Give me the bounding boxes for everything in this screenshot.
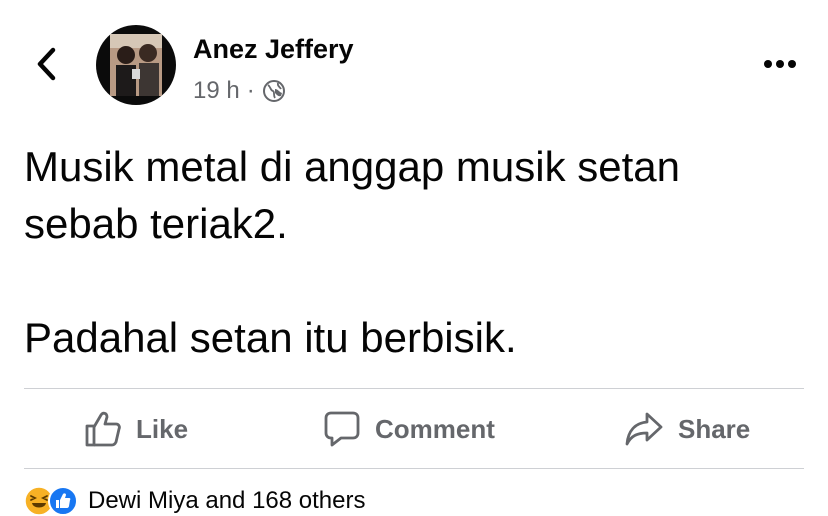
- back-button[interactable]: [30, 44, 64, 84]
- share-button[interactable]: Share: [624, 409, 750, 449]
- author-avatar[interactable]: [96, 25, 176, 105]
- post-body: Musik metal di anggap musik setan sebab …: [24, 138, 804, 366]
- post-time[interactable]: 19 h: [193, 77, 240, 105]
- comment-bubble-icon: [324, 411, 360, 447]
- reactions-summary[interactable]: Dewi Miya and 168 others: [88, 487, 365, 515]
- like-button[interactable]: Like: [84, 409, 188, 449]
- chevron-left-icon: [37, 47, 56, 81]
- share-label: Share: [678, 413, 751, 444]
- divider-bottom: [24, 468, 804, 469]
- like-reaction-icon: [48, 486, 78, 516]
- thumbs-up-icon: [85, 411, 121, 447]
- comment-button[interactable]: Comment: [323, 409, 495, 449]
- like-label: Like: [136, 413, 189, 444]
- post-meta: 19 h ·: [193, 77, 286, 105]
- post-paragraph: Padahal setan itu berbisik.: [24, 314, 517, 361]
- avatar-photo: [110, 34, 162, 96]
- more-options-button[interactable]: [758, 50, 802, 78]
- comment-label: Comment: [375, 413, 495, 444]
- reactions-row[interactable]: Dewi Miya and 168 others: [24, 486, 365, 516]
- more-dots-icon: [764, 60, 796, 68]
- author-name[interactable]: Anez Jeffery: [193, 34, 354, 65]
- meta-separator: ·: [246, 77, 255, 104]
- share-arrow-icon: [625, 412, 663, 446]
- post-paragraph: Musik metal di anggap musik setan sebab …: [24, 143, 680, 247]
- action-bar: Like Comment Share: [24, 389, 804, 468]
- globe-icon[interactable]: [262, 79, 286, 103]
